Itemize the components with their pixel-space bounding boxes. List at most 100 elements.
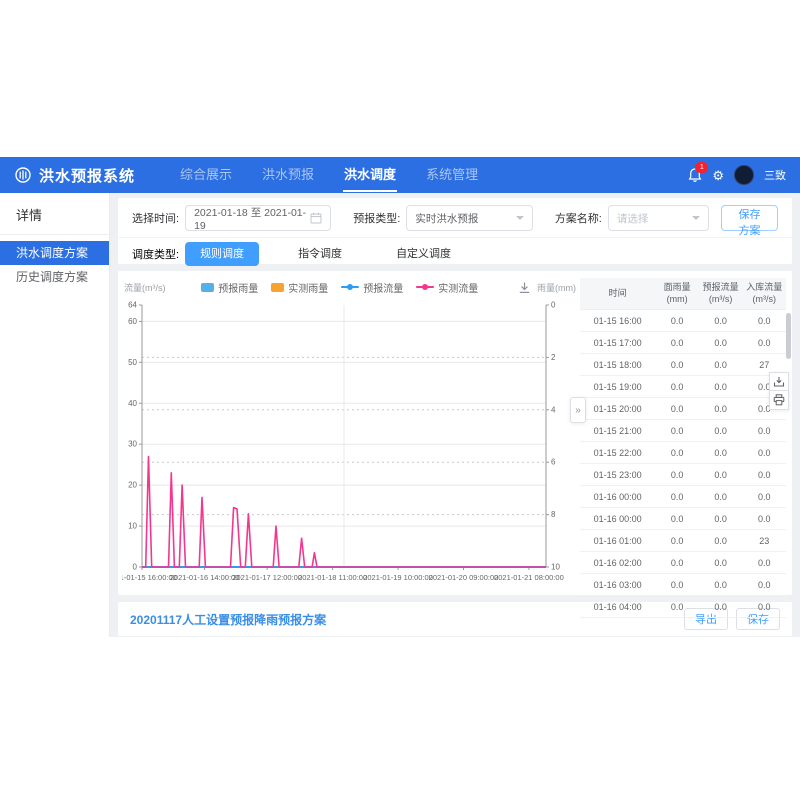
table-scrollbar[interactable] (786, 313, 791, 359)
table-cell: 0.0 (742, 420, 786, 442)
chart-download-icon[interactable] (518, 281, 531, 294)
forecast-type-select[interactable]: 实时洪水预报 (406, 205, 532, 231)
plan-name-select[interactable]: 请选择 (608, 205, 709, 231)
table-cell: 0.0 (699, 376, 743, 398)
right-tick-label: 0 (551, 301, 556, 310)
collapse-table-button[interactable]: » (570, 397, 586, 423)
filter-row: 选择时间: 2021-01-18 至 2021-01-19 (132, 205, 778, 231)
filter-card: 选择时间: 2021-01-18 至 2021-01-19 (118, 198, 792, 264)
table-print-button[interactable] (769, 391, 789, 410)
top-nav: 综合展示洪水预报洪水调度系统管理 (165, 157, 493, 193)
username[interactable]: 三致 (764, 167, 786, 183)
table-cell: 0.0 (655, 420, 699, 442)
nav-item-2[interactable]: 洪水调度 (329, 157, 411, 193)
dispatch-tab-2[interactable]: 自定义调度 (381, 242, 466, 266)
data-table-panel: 时间面雨量(mm)预报流量(m³/s)入库流量(m³/s) 01-15 16:0… (580, 271, 792, 595)
legend-item-3[interactable]: 实测流量 (416, 280, 478, 295)
header-actions: 1 ⚙ 三致 (688, 165, 786, 185)
legend-item-2[interactable]: 预报流量 (341, 280, 403, 295)
table-row: 01-15 21:000.00.00.0 (580, 420, 786, 442)
app-logo-icon (14, 166, 32, 184)
table-cell: 0.0 (699, 552, 743, 574)
table-cell: 0.0 (699, 464, 743, 486)
table-download-button[interactable] (769, 372, 789, 391)
table-cell: 0.0 (655, 332, 699, 354)
x-tick-label: 2021-01-15 16:00:00 (122, 573, 177, 582)
legend-label: 实测雨量 (288, 280, 328, 295)
dispatch-type-label: 调度类型: (132, 246, 179, 262)
table-cell: 0.0 (655, 376, 699, 398)
table-cell: 01-16 00:00 (580, 486, 655, 508)
user-avatar[interactable] (734, 165, 754, 185)
table-cell: 0.0 (699, 442, 743, 464)
x-tick-label: 2021-01-17 12:00:00 (232, 573, 302, 582)
date-range-input[interactable]: 2021-01-18 至 2021-01-19 (185, 205, 331, 231)
brand: 洪水预报系统 (14, 165, 135, 186)
nav-item-0[interactable]: 综合展示 (165, 157, 247, 193)
right-axis-caption: 雨量(mm) (537, 281, 576, 294)
notifications-button[interactable]: 1 (688, 167, 702, 183)
table-cell: 0.0 (655, 508, 699, 530)
app-window: 洪水预报系统 综合展示洪水预报洪水调度系统管理 1 ⚙ 三致 (0, 157, 800, 637)
chart-header: 流量(m³/s) 预报雨量实测雨量预报流量实测流量 雨量(mm) (122, 275, 580, 297)
page-canvas: 洪水预报系统 综合展示洪水预报洪水调度系统管理 1 ⚙ 三致 (0, 0, 800, 800)
dispatch-tab-1[interactable]: 指令调度 (283, 242, 357, 266)
nav-item-1[interactable]: 洪水预报 (247, 157, 329, 193)
table-body: 01-15 16:000.00.00.001-15 17:000.00.00.0… (580, 310, 786, 618)
flow-rain-chart[interactable]: 01020304050606402468102021-01-15 16:00:0… (122, 297, 580, 597)
table-cell: 0.0 (742, 464, 786, 486)
x-tick-label: 2021-01-20 09:00:00 (429, 573, 499, 582)
table-cell: 01-16 04:00 (580, 596, 655, 618)
table-cell: 0.0 (655, 530, 699, 552)
table-cell: 0.0 (655, 398, 699, 420)
save-plan-button[interactable]: 保存方案 (721, 205, 778, 231)
sidebar-item-0[interactable]: 洪水调度方案 (0, 241, 109, 265)
date-range-value: 2021-01-18 至 2021-01-19 (194, 205, 310, 232)
table-col-unit: (m³/s) (743, 294, 785, 306)
current-plan-title: 20201117人工设置预报降雨预报方案 (130, 611, 326, 628)
sidebar-menu: 洪水调度方案历史调度方案 (0, 235, 109, 289)
legend-dot-icon (422, 284, 428, 290)
table-cell: 0.0 (742, 596, 786, 618)
chart-panel: 流量(m³/s) 预报雨量实测雨量预报流量实测流量 雨量(mm) 0102030… (118, 271, 580, 595)
table-cell: 0.0 (655, 574, 699, 596)
x-tick-label: 2021-01-21 08:00:00 (494, 573, 564, 582)
table-row: 01-15 16:000.00.00.0 (580, 310, 786, 332)
legend-label: 预报流量 (363, 280, 403, 295)
legend-line-icon (341, 286, 359, 288)
table-cell: 01-16 03:00 (580, 574, 655, 596)
legend-item-1[interactable]: 实测雨量 (271, 280, 328, 295)
table-cell: 0.0 (742, 552, 786, 574)
dispatch-tabs-row: 调度类型: 规则调度指令调度自定义调度 (132, 238, 778, 270)
table-cell: 0.0 (742, 310, 786, 332)
dispatch-tab-0[interactable]: 规则调度 (185, 242, 259, 266)
table-cell: 0.0 (655, 464, 699, 486)
left-tick-label: 0 (133, 563, 138, 572)
table-col-header-0: 时间 (580, 278, 655, 310)
right-tick-label: 10 (551, 563, 560, 572)
nav-item-3[interactable]: 系统管理 (411, 157, 493, 193)
x-tick-label: 2021-01-18 11:00:00 (298, 573, 367, 582)
sidebar-item-1[interactable]: 历史调度方案 (0, 265, 109, 289)
left-tick-label: 10 (128, 522, 137, 531)
x-tick-label: 2021-01-16 14:00:00 (170, 573, 240, 582)
left-tick-label: 64 (128, 301, 137, 310)
table-header: 时间面雨量(mm)预报流量(m³/s)入库流量(m³/s) (580, 278, 786, 310)
table-row: 01-15 22:000.00.00.0 (580, 442, 786, 464)
table-cell: 01-16 01:00 (580, 530, 655, 552)
plan-name-label: 方案名称: (555, 210, 602, 226)
table-cell: 01-15 18:00 (580, 354, 655, 376)
chart-legend: 预报雨量 实测雨量 预报流量实测流量 (166, 280, 515, 295)
table-row: 01-15 17:000.00.00.0 (580, 332, 786, 354)
left-tick-label: 20 (128, 481, 137, 490)
settings-gear-icon[interactable]: ⚙ (712, 169, 724, 182)
table-row: 01-15 18:000.00.027 (580, 354, 786, 376)
legend-item-0[interactable]: 预报雨量 (201, 280, 258, 295)
table-col-title: 面雨量 (656, 282, 698, 294)
table-col-unit: (m³/s) (700, 294, 742, 306)
table-cell: 01-15 17:00 (580, 332, 655, 354)
table-cell: 0.0 (699, 332, 743, 354)
table-cell: 0.0 (699, 420, 743, 442)
table-cell: 0.0 (699, 596, 743, 618)
table-cell: 0.0 (699, 486, 743, 508)
